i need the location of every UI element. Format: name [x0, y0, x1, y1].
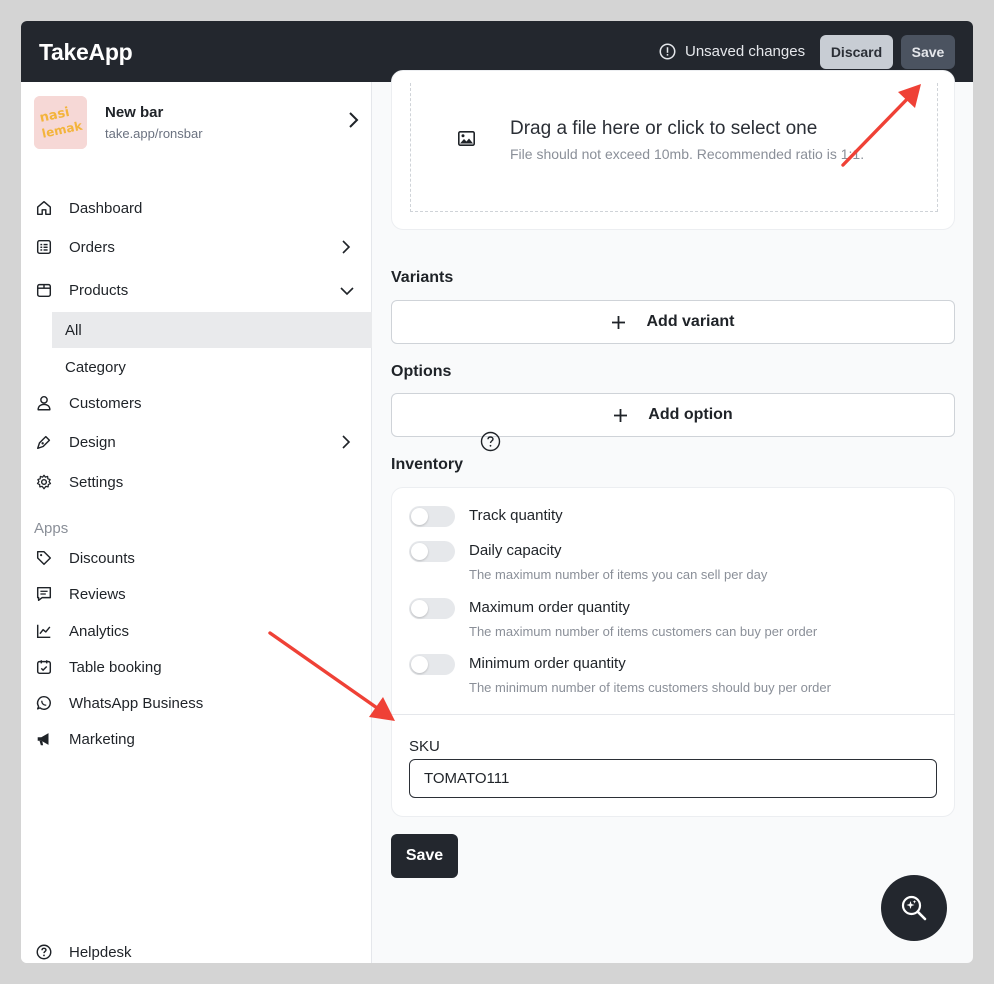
inventory-heading: Inventory — [391, 456, 464, 473]
chevron-down-icon — [340, 287, 354, 296]
track-quantity-toggle[interactable] — [409, 506, 455, 527]
add-option-label: Add option — [648, 406, 733, 423]
calendar-icon — [36, 660, 52, 675]
sidebar-item-label: Discounts — [69, 549, 135, 567]
whatsapp-icon — [36, 695, 51, 711]
sidebar-item-label: Products — [69, 281, 129, 299]
sku-label: SKU — [409, 738, 440, 755]
apps-section-label: Apps — [34, 520, 69, 537]
add-option-button[interactable]: Add option — [391, 393, 955, 437]
sidebar-item-marketing[interactable]: Marketing — [21, 721, 372, 757]
sidebar-item-table-booking[interactable]: Table booking — [21, 649, 372, 685]
store-logo-image: nasi lemak — [34, 96, 87, 149]
toggle-label: Track quantity — [469, 507, 563, 524]
add-variant-label: Add variant — [646, 313, 735, 330]
toggle-description: The minimum number of items customers sh… — [469, 680, 831, 695]
sidebar-item-label: Orders — [69, 238, 115, 256]
chart-icon — [36, 624, 51, 639]
sidebar-item-products[interactable]: Products — [21, 272, 372, 308]
maximum-order-quantity-toggle[interactable] — [409, 598, 455, 619]
image-icon — [458, 131, 475, 146]
sku-input[interactable] — [409, 759, 937, 798]
variants-heading: Variants — [391, 269, 454, 286]
sidebar-item-dashboard[interactable]: Dashboard — [21, 190, 372, 226]
sidebar-item-reviews[interactable]: Reviews — [21, 576, 372, 612]
add-variant-button[interactable]: Add variant — [391, 300, 955, 344]
sidebar-item-label: Reviews — [69, 585, 126, 603]
sidebar-item-label: Design — [69, 433, 116, 451]
sidebar-item-orders[interactable]: Orders — [21, 229, 372, 265]
toggle-label: Minimum order quantity — [469, 655, 626, 672]
megaphone-icon — [37, 733, 49, 746]
sidebar-subitem-label: All — [65, 321, 82, 339]
sidebar-item-label: WhatsApp Business — [69, 694, 204, 712]
toggle-description: The maximum number of items you can sell… — [469, 567, 768, 582]
image-upload-card: Drag a file here or click to select one … — [391, 70, 955, 230]
sidebar-item-label: Customers — [69, 394, 142, 412]
main-content: Drag a file here or click to select one … — [372, 70, 973, 963]
toggle-description: The maximum number of items customers ca… — [469, 624, 818, 639]
unsaved-changes-text: Unsaved changes — [685, 43, 806, 60]
dropzone-subtitle: File should not exceed 10mb. Recommended… — [510, 146, 865, 162]
alert-circle-icon — [659, 43, 676, 60]
sidebar-item-whatsapp-business[interactable]: WhatsApp Business — [21, 685, 372, 721]
orders-icon — [36, 239, 52, 255]
discard-button[interactable]: Discard — [820, 35, 893, 69]
box-icon — [36, 283, 52, 298]
help-circle-icon[interactable] — [480, 431, 501, 452]
user-icon — [37, 395, 51, 411]
sidebar-item-label: Dashboard — [69, 199, 143, 217]
store-url: take.app/ronsbar — [105, 126, 203, 141]
sidebar-subitem-label: Category — [65, 358, 126, 376]
options-heading: Options — [391, 363, 452, 380]
store-name: New bar — [105, 104, 164, 121]
plus-icon — [614, 408, 628, 422]
sidebar-item-label: Table booking — [69, 658, 162, 676]
home-icon — [36, 200, 52, 216]
sidebar-item-discounts[interactable]: Discounts — [21, 540, 372, 576]
toggle-label: Daily capacity — [469, 542, 562, 559]
tag-icon — [36, 550, 52, 566]
sidebar-item-label: Settings — [69, 473, 124, 491]
store-switcher[interactable]: nasi lemak New bar take.app/ronsbar — [34, 96, 364, 150]
sidebar-item-design[interactable]: Design — [21, 424, 372, 460]
section-divider — [392, 714, 955, 715]
app-window: TakeApp Unsaved changes Discard Save nas… — [21, 21, 973, 963]
minimum-order-quantity-toggle[interactable] — [409, 654, 455, 675]
sidebar-item-label: Helpdesk — [69, 943, 132, 961]
sidebar-subitem-all[interactable]: All — [52, 312, 372, 348]
sidebar-item-label: Analytics — [69, 622, 130, 640]
sidebar-item-settings[interactable]: Settings — [21, 464, 372, 500]
ai-search-button[interactable] — [881, 875, 947, 941]
chevron-right-icon — [342, 240, 351, 254]
app-logo[interactable]: TakeApp — [39, 39, 133, 66]
sidebar-subitem-category[interactable]: Category — [52, 349, 372, 385]
pen-icon — [36, 435, 51, 450]
save-button[interactable]: Save — [391, 834, 458, 878]
magic-search-icon — [901, 895, 927, 921]
sidebar-item-helpdesk[interactable]: Helpdesk — [21, 934, 372, 963]
dropzone-title: Drag a file here or click to select one — [510, 118, 818, 139]
save-top-button[interactable]: Save — [901, 35, 955, 69]
sidebar-item-customers[interactable]: Customers — [21, 385, 372, 421]
plus-icon — [612, 315, 626, 329]
file-dropzone[interactable]: Drag a file here or click to select one … — [410, 83, 938, 212]
unsaved-changes-indicator: Unsaved changes — [659, 43, 805, 60]
store-avatar: nasi lemak — [34, 96, 87, 149]
chevron-right-icon — [342, 435, 351, 449]
sidebar-item-analytics[interactable]: Analytics — [21, 613, 372, 649]
sidebar-item-label: Marketing — [69, 730, 135, 748]
gear-icon — [36, 474, 52, 490]
daily-capacity-toggle[interactable] — [409, 541, 455, 562]
sidebar: nasi lemak New bar take.app/ronsbar Dash… — [21, 82, 372, 963]
toggle-label: Maximum order quantity — [469, 599, 630, 616]
help-circle-icon — [36, 944, 52, 960]
chat-icon — [36, 586, 52, 602]
inventory-card: Track quantity Daily capacity The maximu… — [391, 487, 955, 817]
chevron-right-icon — [349, 112, 359, 128]
